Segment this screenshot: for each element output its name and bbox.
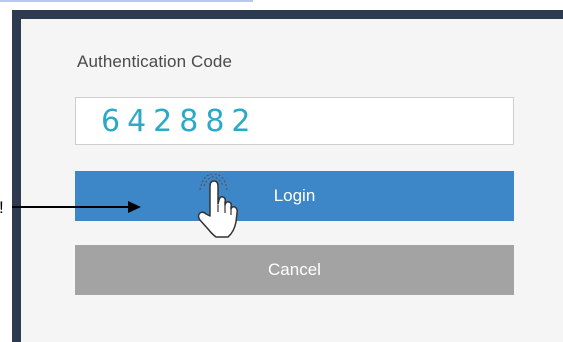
- cancel-button[interactable]: Cancel: [75, 245, 514, 295]
- right-arrow-icon: !: [0, 198, 141, 217]
- hand-pointer-icon: [197, 174, 238, 238]
- link-underline-fragment: [0, 0, 253, 2]
- screenshot-stage: Authentication Code Login Cancel !: [0, 0, 563, 342]
- authentication-code-input[interactable]: [75, 97, 514, 145]
- callout-edge-glyph: !: [0, 198, 4, 217]
- authentication-code-label: Authentication Code: [77, 52, 233, 71]
